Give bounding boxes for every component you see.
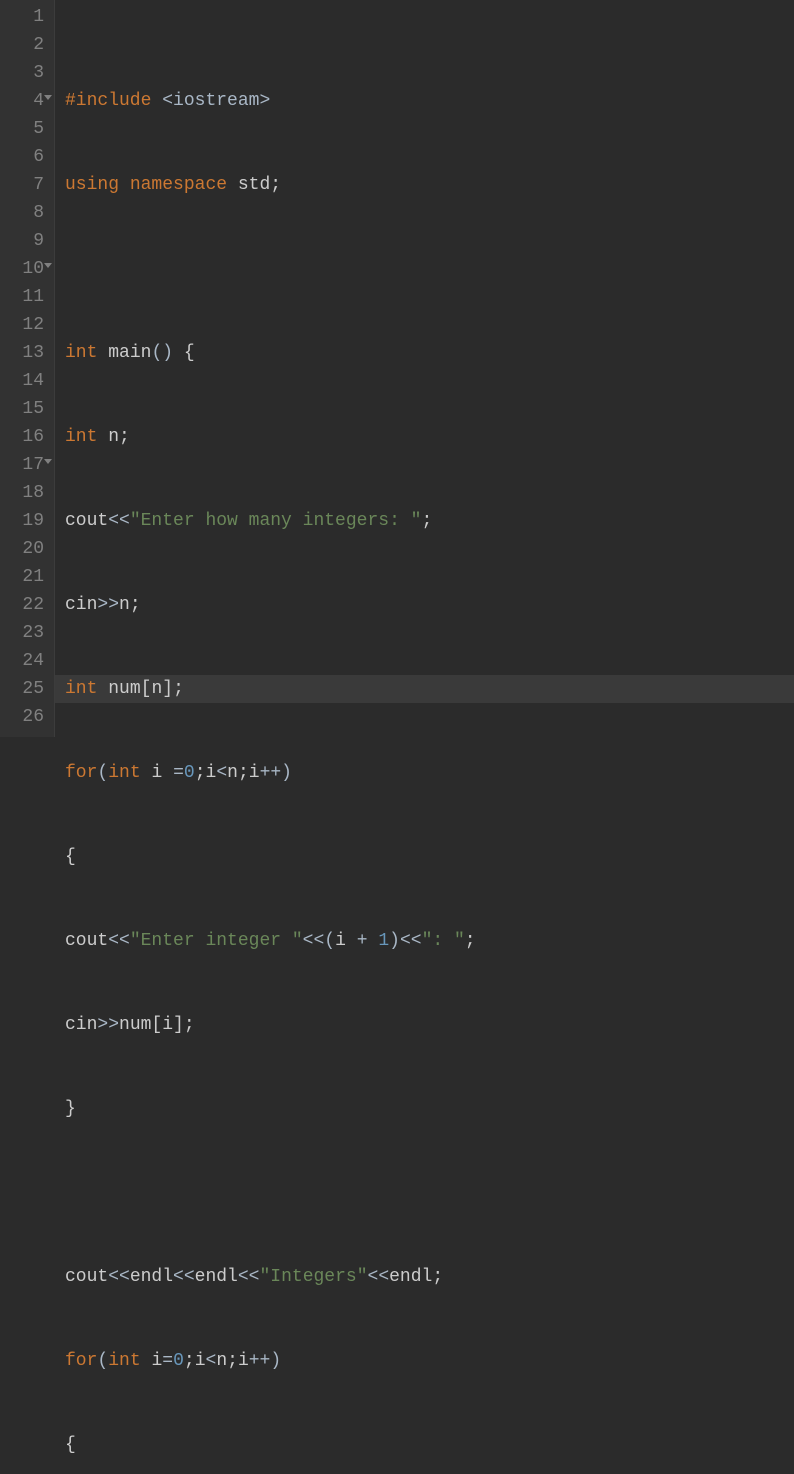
line-number: 9 [8, 227, 44, 255]
line-number: 2 [8, 31, 44, 59]
line-number: 24 [8, 647, 44, 675]
line-number: 16 [8, 423, 44, 451]
code-line: { [65, 1431, 794, 1459]
line-number: 5 [8, 115, 44, 143]
code-line: cin>>n; [65, 591, 794, 619]
line-number: 11 [8, 283, 44, 311]
fold-marker-icon[interactable] [44, 263, 52, 268]
code-line: for(int i =0;i<n;i++) [65, 759, 794, 787]
line-number: 6 [8, 143, 44, 171]
line-number: 17 [8, 451, 44, 479]
code-line: cin>>num[i]; [65, 1011, 794, 1039]
code-line: for(int i=0;i<n;i++) [65, 1347, 794, 1375]
line-number: 26 [8, 703, 44, 731]
line-number: 1 [8, 3, 44, 31]
fold-marker-icon[interactable] [44, 459, 52, 464]
code-line [65, 1179, 794, 1207]
line-number: 10 [8, 255, 44, 283]
fold-marker-icon[interactable] [44, 95, 52, 100]
code-line: int n; [65, 423, 794, 451]
line-number: 4 [8, 87, 44, 115]
code-editor: 1 2 3 4 5 6 7 8 9 10 11 12 13 14 15 16 1… [0, 0, 794, 737]
code-line: int main() { [65, 339, 794, 367]
code-line [65, 255, 794, 283]
line-number: 22 [8, 591, 44, 619]
line-number: 20 [8, 535, 44, 563]
line-number: 8 [8, 199, 44, 227]
line-number: 14 [8, 367, 44, 395]
line-number: 21 [8, 563, 44, 591]
line-number: 23 [8, 619, 44, 647]
code-line: cout<<"Enter how many integers: "; [65, 507, 794, 535]
code-line: cout<<endl<<endl<<"Integers"<<endl; [65, 1263, 794, 1291]
code-line: #include <iostream> [65, 87, 794, 115]
line-number: 15 [8, 395, 44, 423]
line-number: 3 [8, 59, 44, 87]
line-number: 19 [8, 507, 44, 535]
code-line: cout<<"Enter integer "<<(i + 1)<<": "; [65, 927, 794, 955]
code-line: } [65, 1095, 794, 1123]
code-content[interactable]: #include <iostream> using namespace std;… [55, 0, 794, 737]
code-line: { [65, 843, 794, 871]
line-number: 13 [8, 339, 44, 367]
line-number: 25 [8, 675, 44, 703]
code-line: using namespace std; [65, 171, 794, 199]
line-number: 7 [8, 171, 44, 199]
line-number: 12 [8, 311, 44, 339]
line-number-gutter: 1 2 3 4 5 6 7 8 9 10 11 12 13 14 15 16 1… [0, 0, 55, 737]
line-number: 18 [8, 479, 44, 507]
